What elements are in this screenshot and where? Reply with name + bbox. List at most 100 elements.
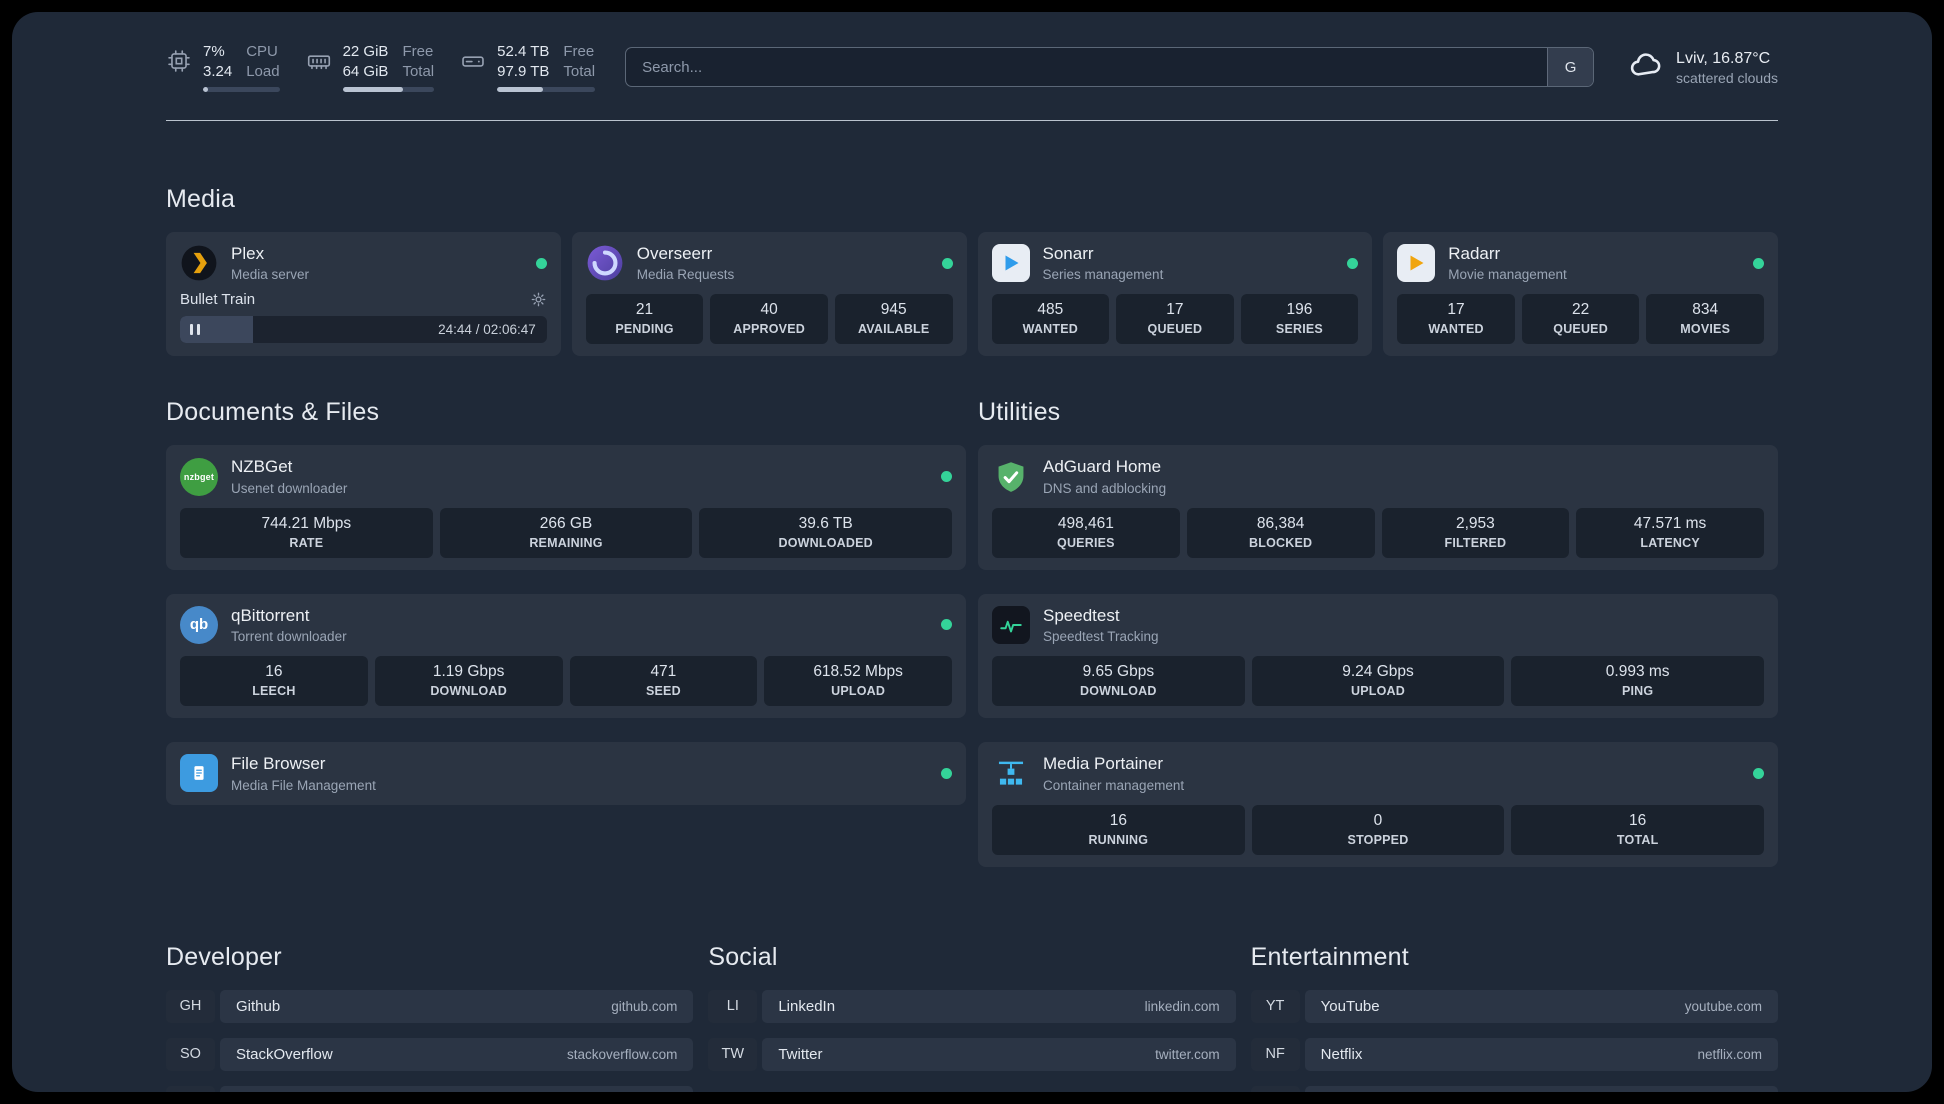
stat-value: 471 <box>650 663 677 681</box>
stat-box: 196 SERIES <box>1240 294 1359 345</box>
stat-value: 17 <box>1166 301 1184 319</box>
search-bar: G <box>625 47 1595 87</box>
status-dot <box>941 257 953 269</box>
stat-label: DOWNLOAD <box>1080 684 1157 699</box>
service-card-radarr[interactable]: Radarr Movie management 17 WANTED 22 QUE… <box>1383 232 1778 357</box>
settings-icon[interactable] <box>530 291 547 308</box>
pause-icon[interactable] <box>190 324 200 336</box>
stat-box: 1.19 Gbps DOWNLOAD <box>374 656 563 707</box>
stat-box: 498,461 QUERIES <box>992 507 1180 558</box>
status-dot <box>1753 257 1764 269</box>
stat-box: 16 LEECH <box>180 656 368 707</box>
stat-label: PENDING <box>615 322 674 337</box>
nzbget-icon: nzbget <box>180 457 218 496</box>
stat-box: 21 PENDING <box>585 294 704 345</box>
stat-label: QUEUED <box>1553 322 1608 337</box>
service-card-portainer[interactable]: Media Portainer Container management 16 … <box>978 742 1778 867</box>
cpu-icon <box>166 42 192 79</box>
bookmark-dev[interactable]: DT DEV dev.to <box>166 1085 694 1092</box>
stat-box: 618.52 Mbps UPLOAD <box>764 656 952 707</box>
stat-label: WANTED <box>1428 322 1484 337</box>
stat-label: REMAINING <box>529 535 603 550</box>
bookmark-group-social: Social LI LinkedIn linkedin.com TW Twitt… <box>708 942 1236 1092</box>
search-provider-button[interactable]: G <box>1547 48 1594 86</box>
bookmark-abbr: YT <box>1250 989 1300 1023</box>
bookmark-abbr: DT <box>166 1085 215 1092</box>
service-name: AdGuard Home <box>1043 457 1162 477</box>
service-card-nzbget[interactable]: nzbget NZBGet Usenet downloader 744.21 M… <box>166 445 966 570</box>
memory-widget: 22 GiB 64 GiB Free Total <box>306 42 435 92</box>
bookmark-github[interactable]: GH Github github.com <box>166 989 694 1023</box>
stat-box: 40 APPROVED <box>710 294 828 345</box>
bookmark-group-developer: Developer GH Github github.com SO StackO… <box>166 943 694 1092</box>
stat-label: MOVIES <box>1680 322 1731 337</box>
section-title-entertainment: Entertainment <box>1250 942 1409 971</box>
cpu-label2: Load <box>246 62 280 80</box>
stat-value: 618.52 Mbps <box>813 663 903 681</box>
stat-label: RUNNING <box>1088 832 1149 847</box>
section-documents: Documents & Files nzbget NZBGet Usenet d… <box>166 398 966 866</box>
stat-label: FILTERED <box>1444 535 1507 550</box>
service-card-plex[interactable]: Plex Media server Bullet Train 24:44 / 0… <box>166 232 561 357</box>
portainer-icon <box>992 754 1030 792</box>
weather-widget: Lviv, 16.87°C scattered clouds <box>1628 47 1778 88</box>
cpu-usage-bar <box>203 87 280 92</box>
bookmark-youtube[interactable]: YT YouTube youtube.com <box>1250 989 1778 1023</box>
service-description: Movie management <box>1448 267 1567 283</box>
section-title-social: Social <box>708 942 778 971</box>
stat-label: STOPPED <box>1347 832 1409 847</box>
search-input[interactable] <box>626 48 1548 86</box>
cpu-percent: 7% <box>203 43 225 60</box>
stat-box: 2,953 FILTERED <box>1381 507 1570 558</box>
service-name: Media Portainer <box>1043 754 1164 774</box>
stat-label: SEED <box>645 684 681 699</box>
stat-label: RATE <box>289 535 324 550</box>
adguard-icon <box>992 458 1030 496</box>
bookmark-abbr: RE <box>1250 1085 1300 1092</box>
bookmark-abbr: GH <box>166 989 215 1023</box>
disk-free: 52.4 TB <box>497 43 550 60</box>
stat-value: 9.24 Gbps <box>1342 663 1414 681</box>
stat-label: QUERIES <box>1057 535 1115 550</box>
service-description: Speedtest Tracking <box>1043 629 1159 645</box>
stat-box: 485 WANTED <box>991 294 1110 345</box>
bookmark-reddit[interactable]: RE Reddit reddit.com <box>1250 1085 1778 1092</box>
service-card-filebrowser[interactable]: File Browser Media File Management <box>166 742 966 805</box>
bookmark-netflix[interactable]: NF Netflix netflix.com <box>1250 1037 1778 1071</box>
bookmark-abbr: TW <box>708 1037 758 1071</box>
speedtest-icon <box>992 605 1030 644</box>
plex-icon <box>180 244 218 282</box>
service-card-overseerr[interactable]: Overseerr Media Requests 21 PENDING 40 A… <box>571 232 967 357</box>
stat-value: 39.6 TB <box>798 514 853 532</box>
service-card-sonarr[interactable]: Sonarr Series management 485 WANTED 17 Q… <box>977 232 1373 357</box>
stat-value: 22 <box>1571 301 1590 319</box>
service-description: Container management <box>1043 777 1185 793</box>
weather-condition: scattered clouds <box>1676 69 1778 86</box>
memory-free: 22 GiB <box>342 43 389 60</box>
service-card-qbittorrent[interactable]: qb qBittorrent Torrent downloader 16 LEE… <box>166 593 966 719</box>
service-card-adguard[interactable]: AdGuard Home DNS and adblocking 498,461 … <box>978 445 1778 570</box>
stat-box: 17 WANTED <box>1397 294 1515 345</box>
service-card-speedtest[interactable]: Speedtest Speedtest Tracking 9.65 Gbps D… <box>978 593 1778 719</box>
bookmark-linkedin[interactable]: LI LinkedIn linkedin.com <box>708 989 1236 1023</box>
stat-box: 47.571 ms LATENCY <box>1576 507 1764 558</box>
stat-box: 22 QUEUED <box>1521 294 1640 345</box>
status-dot <box>941 619 952 631</box>
service-name: Plex <box>231 244 265 263</box>
bookmark-url: github.com <box>611 998 678 1014</box>
service-name: Speedtest <box>1043 605 1120 625</box>
stat-label: UPLOAD <box>831 684 886 699</box>
service-description: Torrent downloader <box>231 629 347 645</box>
stat-box: 16 RUNNING <box>992 804 1245 855</box>
service-description: DNS and adblocking <box>1043 480 1167 496</box>
stat-value: 2,953 <box>1455 514 1495 532</box>
service-name: File Browser <box>231 754 326 774</box>
playback-progress-bar[interactable]: 24:44 / 02:06:47 <box>180 316 547 344</box>
service-name: NZBGet <box>231 457 293 477</box>
sonarr-icon <box>991 244 1030 283</box>
stat-box: 9.24 Gbps UPLOAD <box>1251 656 1505 707</box>
bookmark-stackoverflow[interactable]: SO StackOverflow stackoverflow.com <box>166 1037 694 1071</box>
bookmark-twitter[interactable]: TW Twitter twitter.com <box>708 1037 1236 1071</box>
stat-value: 21 <box>635 301 654 319</box>
service-name: qBittorrent <box>231 605 310 625</box>
